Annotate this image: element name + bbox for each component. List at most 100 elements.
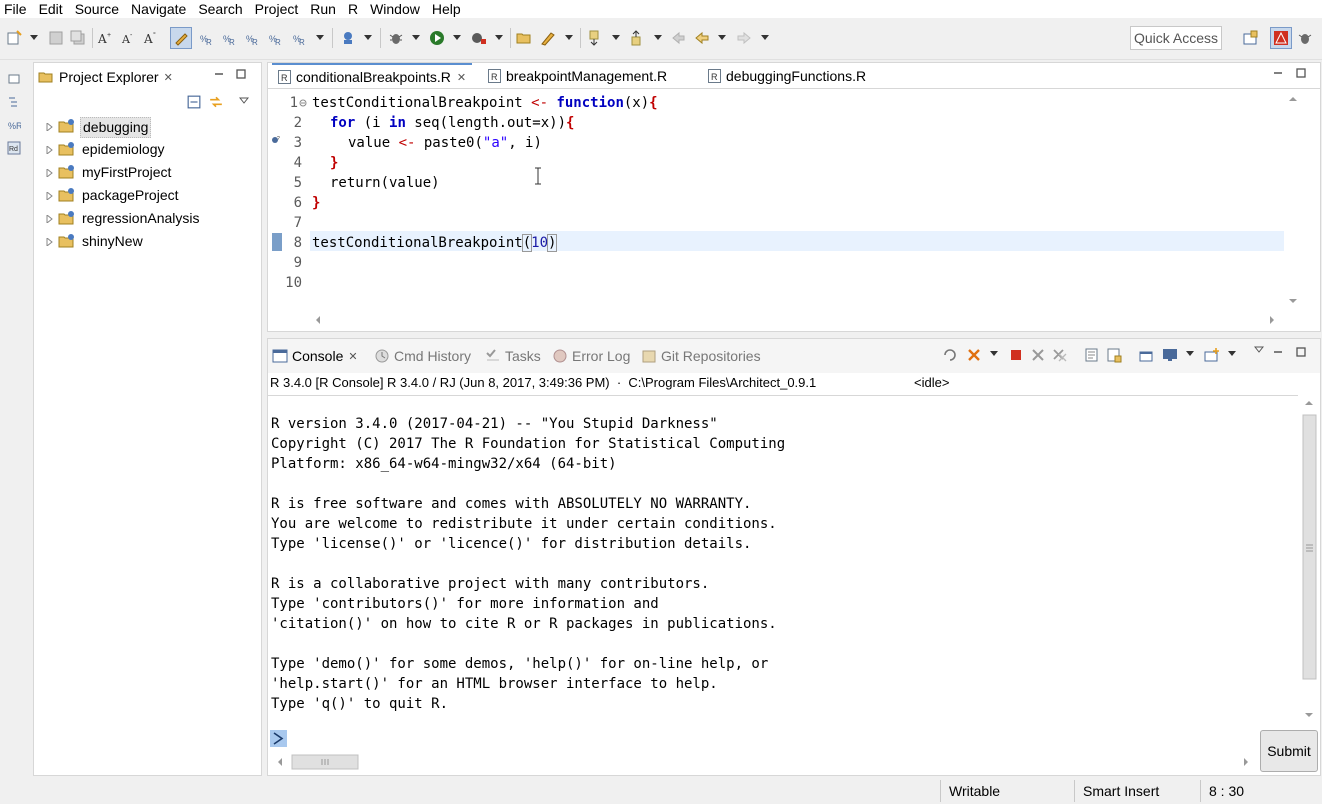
run-icon[interactable]: [429, 30, 445, 46]
menu-window[interactable]: Window: [364, 0, 426, 18]
close-icon[interactable]: ✕: [348, 350, 357, 363]
chevron-down-icon[interactable]: [761, 35, 769, 41]
chevron-down-icon[interactable]: [364, 35, 372, 41]
pen-icon[interactable]: [540, 30, 556, 46]
view-menu-icon[interactable]: [239, 97, 249, 105]
menu-navigate[interactable]: Navigate: [125, 0, 192, 18]
expand-arrow-icon[interactable]: [46, 146, 53, 154]
last-edit-icon[interactable]: [670, 30, 686, 46]
remove-all-icon[interactable]: [1052, 347, 1068, 363]
maximize-icon[interactable]: [235, 68, 247, 80]
tab-error-log[interactable]: Error Log: [552, 345, 630, 367]
save-all-icon[interactable]: [70, 30, 86, 46]
run-config-icon[interactable]: [340, 30, 356, 46]
tree-item-regressionanalysis[interactable]: regressionAnalysis: [34, 207, 261, 230]
chevron-down-icon[interactable]: [495, 35, 503, 41]
menu-file[interactable]: File: [0, 0, 33, 18]
chevron-down-icon[interactable]: [718, 35, 726, 41]
menu-project[interactable]: Project: [249, 0, 305, 18]
tree-item-debugging[interactable]: debugging: [34, 115, 261, 138]
back-arrow-icon[interactable]: [694, 30, 710, 46]
editor-horizontal-scrollbar[interactable]: [310, 311, 1284, 329]
menu-help[interactable]: Help: [426, 0, 467, 18]
r-objects-icon[interactable]: %R: [7, 118, 21, 132]
menu-search[interactable]: Search: [192, 0, 248, 18]
open-folder-icon[interactable]: [516, 30, 532, 46]
reconnect-icon[interactable]: [942, 347, 958, 363]
console-vertical-scrollbar[interactable]: [1300, 395, 1318, 725]
save-icon[interactable]: [48, 30, 64, 46]
decrease-font-icon[interactable]: A-: [120, 30, 136, 46]
minimized-view-icon[interactable]: [7, 72, 21, 86]
tab-tasks[interactable]: Tasks: [485, 345, 541, 367]
chevron-down-icon[interactable]: [612, 35, 620, 41]
remove-launch-icon[interactable]: [1030, 347, 1046, 363]
chevron-down-icon[interactable]: [1186, 351, 1194, 357]
link-with-editor-icon[interactable]: [209, 95, 223, 109]
minimize-icon[interactable]: [1272, 67, 1284, 79]
tree-item-myfirstproject[interactable]: myFirstProject: [34, 161, 261, 184]
close-icon[interactable]: ✕: [457, 71, 466, 84]
tab-breakpointmanagement[interactable]: R breakpointManagement.R: [488, 63, 667, 89]
debug-perspective-icon[interactable]: [1297, 30, 1313, 46]
expand-arrow-icon[interactable]: [46, 192, 53, 200]
new-console-icon[interactable]: [1204, 347, 1220, 363]
clear-console-icon[interactable]: [1084, 347, 1100, 363]
tree-item-packageproject[interactable]: packageProject: [34, 184, 261, 207]
toggle-mark-occurrences-icon[interactable]: [170, 27, 192, 49]
console-input[interactable]: [290, 729, 1250, 749]
pin-console-icon[interactable]: [1138, 347, 1154, 363]
submit-button[interactable]: Submit: [1260, 730, 1318, 772]
r-perspective-icon[interactable]: [1270, 27, 1292, 49]
chevron-down-icon[interactable]: [1228, 351, 1236, 357]
chevron-down-icon[interactable]: [990, 351, 998, 357]
debug-icon[interactable]: [388, 30, 404, 46]
stop-icon[interactable]: [1008, 347, 1024, 363]
tab-git-repositories[interactable]: Git Repositories: [641, 345, 761, 367]
next-annotation-icon[interactable]: [586, 30, 602, 46]
maximize-icon[interactable]: [1295, 67, 1307, 79]
view-menu-icon[interactable]: [1254, 346, 1264, 354]
r-tool-1-icon[interactable]: % R: [199, 30, 215, 46]
menu-run[interactable]: Run: [304, 0, 342, 18]
scroll-lock-icon[interactable]: [1106, 347, 1122, 363]
expand-arrow-icon[interactable]: [46, 169, 53, 177]
minimize-icon[interactable]: [1272, 346, 1284, 358]
console-horizontal-scrollbar[interactable]: [272, 753, 1256, 771]
increase-font-icon[interactable]: A +: [97, 30, 113, 46]
display-console-icon[interactable]: [1162, 347, 1178, 363]
tab-cmd-history[interactable]: Cmd History: [374, 345, 471, 367]
rd-help-icon[interactable]: Rd: [7, 141, 21, 155]
menu-r[interactable]: R: [342, 0, 364, 18]
prev-annotation-icon[interactable]: [628, 30, 644, 46]
external-tools-icon[interactable]: [471, 30, 487, 46]
tab-project-explorer[interactable]: Project Explorer ✕: [38, 65, 173, 89]
r-tool-4-icon[interactable]: % R: [268, 30, 284, 46]
forward-arrow-icon[interactable]: [736, 30, 752, 46]
editor-vertical-scrollbar[interactable]: [1284, 91, 1302, 311]
chevron-down-icon[interactable]: [654, 35, 662, 41]
menu-edit[interactable]: Edit: [33, 0, 69, 18]
tree-item-shinynew[interactable]: shinyNew: [34, 230, 261, 253]
close-icon[interactable]: ✕: [164, 71, 173, 84]
new-file-icon[interactable]: [6, 30, 22, 46]
tab-console[interactable]: Console ✕: [272, 345, 358, 367]
fold-icon[interactable]: [299, 99, 307, 107]
tree-item-epidemiology[interactable]: epidemiology: [34, 138, 261, 161]
quick-access-input[interactable]: Quick Access: [1130, 26, 1222, 50]
chevron-down-icon[interactable]: [316, 35, 324, 41]
minimize-icon[interactable]: [213, 68, 225, 80]
chevron-down-icon[interactable]: [30, 35, 38, 41]
tab-conditionalbreakpoints[interactable]: R conditionalBreakpoints.R ✕: [272, 63, 473, 89]
r-tool-5-icon[interactable]: % R: [292, 30, 308, 46]
terminate-icon[interactable]: [966, 347, 982, 363]
open-perspective-icon[interactable]: [1242, 30, 1258, 46]
font-style-icon[interactable]: A °: [143, 30, 159, 46]
r-tool-3-icon[interactable]: % R: [245, 30, 261, 46]
maximize-icon[interactable]: [1295, 346, 1307, 358]
r-tool-2-icon[interactable]: % R: [222, 30, 238, 46]
collapse-all-icon[interactable]: [187, 95, 201, 109]
expand-arrow-icon[interactable]: [46, 215, 53, 223]
console-output[interactable]: R version 3.4.0 (2017-04-21) -- "You Stu…: [268, 395, 1298, 725]
chevron-down-icon[interactable]: [453, 35, 461, 41]
